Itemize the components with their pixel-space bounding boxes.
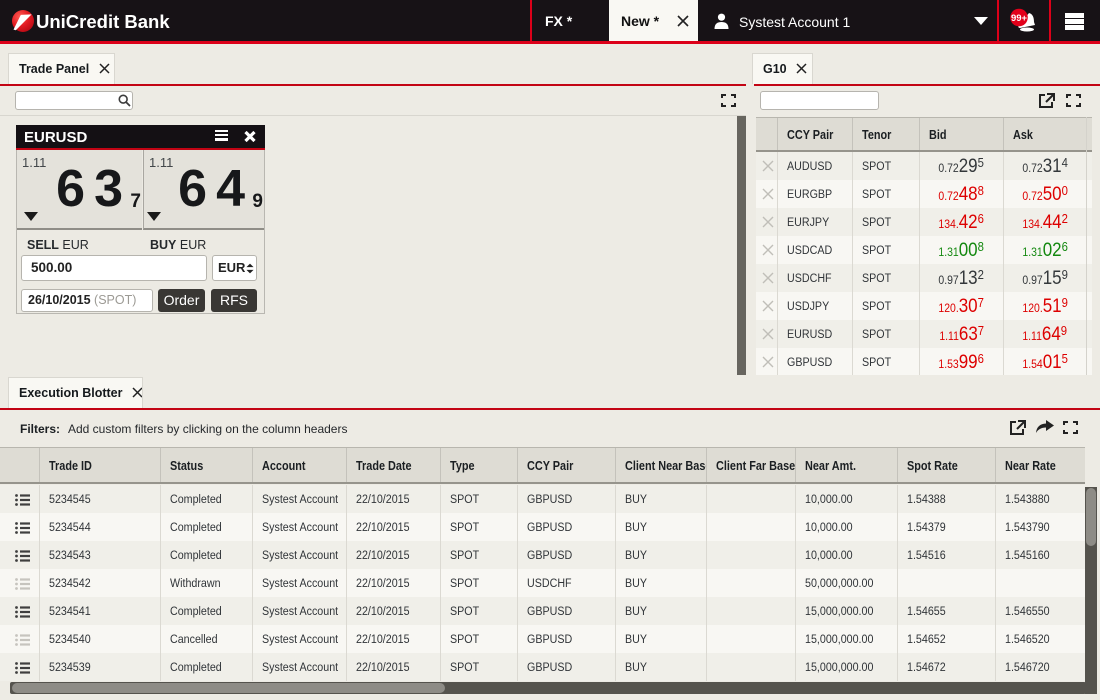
svg-text:99+: 99+ — [1011, 13, 1028, 24]
